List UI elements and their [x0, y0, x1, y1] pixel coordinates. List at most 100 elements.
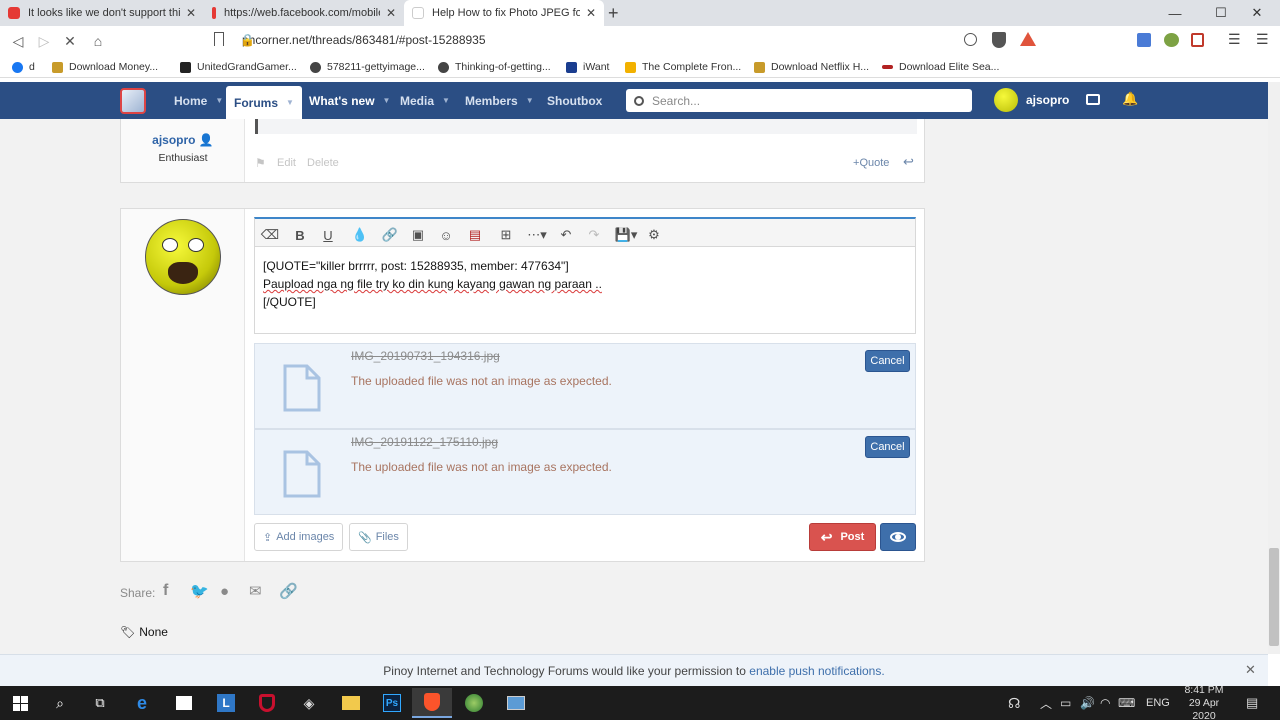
chevron-down-icon[interactable]: ▼	[383, 96, 391, 105]
stop-loading-icon[interactable]: ✕	[60, 31, 80, 51]
clear-format-icon[interactable]: ⌫	[259, 225, 281, 245]
header-avatar[interactable]	[994, 88, 1018, 112]
bookmark-item[interactable]: Download Money...	[52, 59, 158, 75]
nav-forums[interactable]: Forums ▼	[226, 86, 302, 119]
close-tab-icon[interactable]: ✕	[186, 6, 196, 20]
follow-user-icon[interactable]: 👤	[199, 133, 214, 147]
post-reply-button[interactable]: ↩ Post	[809, 523, 876, 551]
site-logo-icon[interactable]	[120, 88, 146, 114]
browser-tab-active[interactable]: Help How to fix Photo JPEG format ✕	[404, 0, 604, 26]
brave-rewards-icon[interactable]	[1020, 32, 1036, 46]
bookmark-item[interactable]: iWant	[566, 59, 609, 75]
translate-extension-icon[interactable]	[1137, 33, 1151, 47]
people-icon[interactable]: ☊	[1008, 686, 1020, 720]
site-info-icon[interactable]: 🔒	[240, 33, 255, 47]
file-explorer-icon[interactable]	[331, 688, 371, 718]
minimize-icon[interactable]: —	[1152, 0, 1198, 26]
inbox-icon[interactable]	[1086, 94, 1100, 105]
reddit-share-icon[interactable]: ●	[220, 583, 229, 600]
task-view-icon[interactable]: ⧉	[80, 688, 120, 718]
media-icon[interactable]: ▤	[464, 225, 486, 245]
chevron-down-icon[interactable]: ▼	[286, 98, 294, 107]
nav-media[interactable]: Media ▼	[400, 82, 450, 119]
post-author[interactable]: ajsopro 👤	[121, 133, 245, 147]
link-icon[interactable]: 🔗	[379, 225, 401, 245]
extension-icon[interactable]	[1191, 33, 1204, 47]
cancel-upload-button[interactable]: Cancel	[865, 350, 910, 372]
extension-icon[interactable]	[1164, 33, 1179, 47]
app-icon[interactable]	[454, 688, 494, 718]
edge-icon[interactable]: e	[122, 688, 162, 718]
add-page-icon[interactable]	[964, 33, 977, 46]
store-icon[interactable]	[164, 688, 204, 718]
link-share-icon[interactable]: 🔗	[279, 582, 298, 600]
nav-shoutbox[interactable]: Shoutbox	[547, 82, 602, 119]
menu-icon[interactable]: ☰	[1256, 31, 1269, 48]
input-language[interactable]: ENG	[1146, 686, 1170, 720]
show-hidden-icons[interactable]: ︿	[1040, 686, 1052, 720]
battery-icon[interactable]: ▭	[1060, 686, 1071, 720]
search-input[interactable]: Search...	[626, 89, 972, 112]
scrollbar-thumb[interactable]	[1269, 548, 1279, 646]
underline-icon[interactable]: U	[317, 225, 339, 245]
photoshop-icon[interactable]: Ps	[372, 688, 412, 718]
undo-icon[interactable]: ↶	[555, 225, 577, 245]
close-tab-icon[interactable]: ✕	[586, 6, 596, 20]
close-tab-icon[interactable]: ✕	[386, 6, 396, 20]
enable-push-link[interactable]: enable push notifications.	[749, 664, 884, 678]
bookmark-item[interactable]: 578211-gettyimage...	[310, 59, 425, 75]
message-editor[interactable]: [QUOTE="killer brrrrr, post: 15288935, m…	[254, 247, 916, 334]
bookmark-item[interactable]: Download Netflix H...	[754, 59, 869, 75]
close-window-icon[interactable]: ✕	[1234, 0, 1280, 26]
bookmark-item[interactable]: The Complete Fron...	[625, 59, 741, 75]
forward-icon[interactable]: ▷	[34, 31, 54, 51]
start-windows-icon[interactable]	[0, 688, 40, 718]
nav-home[interactable]: Home ▼	[174, 82, 223, 119]
report-icon[interactable]: ⚑	[255, 156, 266, 170]
bookmark-item[interactable]: Thinking-of-getting...	[438, 59, 551, 75]
mcafee-icon[interactable]	[247, 688, 287, 718]
facebook-share-icon[interactable]: f	[163, 582, 168, 600]
bookmark-item[interactable]: d	[12, 59, 35, 75]
chevron-down-icon[interactable]: ▼	[442, 96, 450, 105]
bell-icon[interactable]: 🔔	[1122, 91, 1138, 107]
bookmark-item[interactable]: Download Elite Sea...	[882, 59, 999, 75]
volume-icon[interactable]: 🔊	[1080, 686, 1095, 720]
action-center-icon[interactable]: ▤	[1246, 686, 1258, 720]
wifi-icon[interactable]: ◠	[1100, 686, 1110, 720]
image-icon[interactable]: ▣	[407, 225, 429, 245]
redo-icon[interactable]: ↷	[583, 225, 605, 245]
settings-icon[interactable]: ⚙	[643, 225, 665, 245]
email-share-icon[interactable]: ✉	[249, 582, 262, 600]
twitter-share-icon[interactable]: 🐦	[190, 582, 209, 600]
avatar[interactable]	[145, 219, 221, 295]
browser-tab[interactable]: https://web.facebook.com/mobile/ ✕	[204, 0, 404, 26]
keyboard-icon[interactable]: ⌨	[1118, 686, 1135, 720]
brave-shield-icon[interactable]	[992, 32, 1006, 48]
app-icon[interactable]: ◈	[289, 688, 329, 718]
reply-icon[interactable]: ↩	[903, 154, 914, 170]
table-icon[interactable]: ⊞	[495, 225, 517, 245]
add-images-button[interactable]: ⇪ Add images	[254, 523, 344, 551]
playlist-icon[interactable]: ☰	[1228, 31, 1241, 48]
nav-whats-new[interactable]: What's new ▼	[309, 82, 390, 119]
close-icon[interactable]: ✕	[1245, 662, 1256, 678]
app-l-icon[interactable]: L	[206, 688, 246, 718]
text-color-icon[interactable]: 💧	[349, 225, 371, 245]
bold-icon[interactable]: B	[289, 225, 311, 245]
delete-link[interactable]: Delete	[307, 157, 339, 169]
more-options-icon[interactable]: ⋯▾	[523, 225, 551, 245]
back-icon[interactable]: ◁	[8, 31, 28, 51]
search-icon[interactable]: ⌕	[40, 688, 80, 718]
chevron-down-icon[interactable]: ▼	[526, 96, 534, 105]
chevron-down-icon[interactable]: ▼	[215, 96, 223, 105]
preview-button[interactable]	[880, 523, 916, 551]
app-icon[interactable]	[496, 688, 536, 718]
bookmark-icon[interactable]	[214, 32, 224, 46]
quote-link[interactable]: +Quote	[853, 157, 889, 169]
new-tab-button[interactable]: +	[608, 3, 619, 24]
attach-files-button[interactable]: 📎 Files	[349, 523, 408, 551]
bookmark-item[interactable]: UnitedGrandGamer...	[180, 59, 297, 75]
cancel-upload-button[interactable]: Cancel	[865, 436, 910, 458]
account-username[interactable]: ajsopro	[1026, 93, 1069, 107]
